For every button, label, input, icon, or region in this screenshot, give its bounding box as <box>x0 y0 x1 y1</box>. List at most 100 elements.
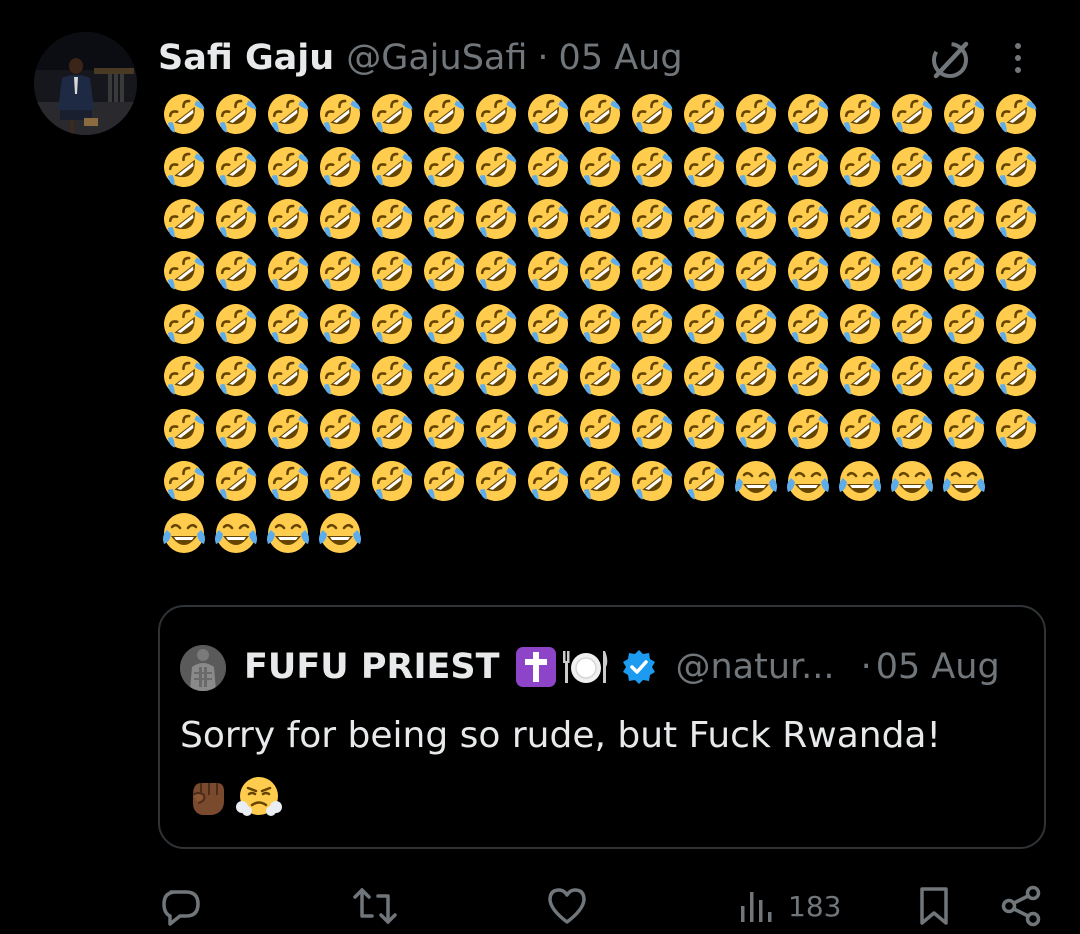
emoji-row <box>158 507 1048 559</box>
rolling-on-floor-laughing-emoji <box>574 350 626 402</box>
rolling-on-floor-laughing-emoji <box>886 298 938 350</box>
rolling-on-floor-laughing-emoji <box>418 455 470 507</box>
triumph-face-emoji <box>236 777 282 816</box>
rolling-on-floor-laughing-emoji <box>418 298 470 350</box>
views-count: 183 <box>788 889 842 923</box>
rolling-on-floor-laughing-emoji <box>782 141 834 193</box>
rolling-on-floor-laughing-emoji <box>366 245 418 297</box>
like-icon <box>548 888 586 924</box>
rolling-on-floor-laughing-emoji <box>938 350 990 402</box>
rolling-on-floor-laughing-emoji <box>366 455 418 507</box>
rolling-on-floor-laughing-emoji <box>886 88 938 140</box>
rolling-on-floor-laughing-emoji <box>470 245 522 297</box>
rolling-on-floor-laughing-emoji <box>678 298 730 350</box>
face-with-tears-of-joy-emoji <box>886 455 938 507</box>
rolling-on-floor-laughing-emoji <box>470 403 522 455</box>
rolling-on-floor-laughing-emoji <box>522 88 574 140</box>
rolling-on-floor-laughing-emoji <box>522 141 574 193</box>
rolling-on-floor-laughing-emoji <box>730 141 782 193</box>
rolling-on-floor-laughing-emoji <box>262 350 314 402</box>
rolling-on-floor-laughing-emoji <box>314 88 366 140</box>
rolling-on-floor-laughing-emoji <box>210 193 262 245</box>
grok-icon[interactable] <box>928 38 972 82</box>
more-options-icon[interactable] <box>1010 40 1026 76</box>
rolling-on-floor-laughing-emoji <box>678 245 730 297</box>
rolling-on-floor-laughing-emoji <box>262 141 314 193</box>
rolling-on-floor-laughing-emoji <box>366 88 418 140</box>
rolling-on-floor-laughing-emoji <box>314 193 366 245</box>
rolling-on-floor-laughing-emoji <box>990 298 1042 350</box>
rolling-on-floor-laughing-emoji <box>522 350 574 402</box>
repost-button[interactable] <box>352 884 398 928</box>
rolling-on-floor-laughing-emoji <box>834 193 886 245</box>
face-with-tears-of-joy-emoji <box>834 455 886 507</box>
rolling-on-floor-laughing-emoji <box>314 350 366 402</box>
rolling-on-floor-laughing-emoji <box>158 88 210 140</box>
rolling-on-floor-laughing-emoji <box>366 141 418 193</box>
emoji-row <box>158 455 1048 507</box>
rolling-on-floor-laughing-emoji <box>730 245 782 297</box>
rolling-on-floor-laughing-emoji <box>522 193 574 245</box>
emoji-row <box>158 193 1048 245</box>
rolling-on-floor-laughing-emoji <box>938 88 990 140</box>
quoted-author-avatar[interactable] <box>180 645 226 691</box>
rolling-on-floor-laughing-emoji <box>834 350 886 402</box>
rolling-on-floor-laughing-emoji <box>626 403 678 455</box>
rolling-on-floor-laughing-emoji <box>574 403 626 455</box>
reply-button[interactable] <box>160 884 204 928</box>
quoted-author-handle: @natur... <box>675 647 835 687</box>
emoji-row <box>158 350 1048 402</box>
rolling-on-floor-laughing-emoji <box>782 193 834 245</box>
post-date[interactable]: 05 Aug <box>559 38 683 78</box>
quoted-post-text: Sorry for being so rude, but Fuck Rwanda… <box>180 715 941 756</box>
rolling-on-floor-laughing-emoji <box>626 88 678 140</box>
rolling-on-floor-laughing-emoji <box>158 141 210 193</box>
rolling-on-floor-laughing-emoji <box>834 298 886 350</box>
rolling-on-floor-laughing-emoji <box>418 245 470 297</box>
face-with-tears-of-joy-emoji <box>210 507 262 559</box>
rolling-on-floor-laughing-emoji <box>158 403 210 455</box>
rolling-on-floor-laughing-emoji <box>730 193 782 245</box>
quoted-avatar-image <box>180 645 226 691</box>
rolling-on-floor-laughing-emoji <box>158 193 210 245</box>
rolling-on-floor-laughing-emoji <box>262 88 314 140</box>
rolling-on-floor-laughing-emoji <box>210 88 262 140</box>
bookmark-button[interactable] <box>916 884 952 928</box>
face-with-tears-of-joy-emoji <box>158 507 210 559</box>
rolling-on-floor-laughing-emoji <box>678 455 730 507</box>
rolling-on-floor-laughing-emoji <box>418 141 470 193</box>
rolling-on-floor-laughing-emoji <box>418 350 470 402</box>
share-button[interactable] <box>1000 884 1044 928</box>
rolling-on-floor-laughing-emoji <box>158 455 210 507</box>
emoji-row <box>158 140 1048 192</box>
face-with-tears-of-joy-emoji <box>782 455 834 507</box>
rolling-on-floor-laughing-emoji <box>834 88 886 140</box>
like-button[interactable] <box>545 884 589 928</box>
rolling-on-floor-laughing-emoji <box>886 193 938 245</box>
rolling-on-floor-laughing-emoji <box>938 298 990 350</box>
quoted-author-name: FUFU PRIEST <box>244 647 500 687</box>
rolling-on-floor-laughing-emoji <box>782 88 834 140</box>
rolling-on-floor-laughing-emoji <box>210 455 262 507</box>
quoted-post-card[interactable]: FUFU PRIEST @natur... · 05 Aug Sorry for… <box>158 605 1046 849</box>
rolling-on-floor-laughing-emoji <box>366 403 418 455</box>
author-avatar[interactable] <box>34 32 137 135</box>
rolling-on-floor-laughing-emoji <box>938 403 990 455</box>
rolling-on-floor-laughing-emoji <box>470 141 522 193</box>
quoted-post-date: 05 Aug <box>875 647 1000 687</box>
rolling-on-floor-laughing-emoji <box>678 141 730 193</box>
rolling-on-floor-laughing-emoji <box>470 350 522 402</box>
rolling-on-floor-laughing-emoji <box>210 350 262 402</box>
rolling-on-floor-laughing-emoji <box>314 403 366 455</box>
header-separator: · <box>537 38 549 78</box>
rolling-on-floor-laughing-emoji <box>314 245 366 297</box>
rolling-on-floor-laughing-emoji <box>938 193 990 245</box>
views-button[interactable]: 183 <box>738 884 841 928</box>
face-with-tears-of-joy-emoji <box>730 455 782 507</box>
author-handle[interactable]: @GajuSafi <box>346 38 527 78</box>
author-name[interactable]: Safi Gaju <box>158 38 334 78</box>
rolling-on-floor-laughing-emoji <box>626 141 678 193</box>
quoted-post-emojis <box>184 773 282 819</box>
rolling-on-floor-laughing-emoji <box>678 193 730 245</box>
rolling-on-floor-laughing-emoji <box>418 193 470 245</box>
